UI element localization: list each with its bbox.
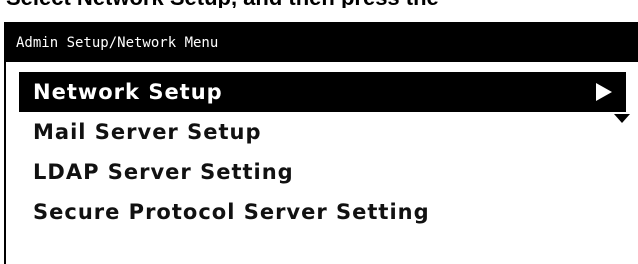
menu-item-ldap-server-setting[interactable]: LDAP Server Setting (19, 152, 626, 192)
menu-item-label: Network Setup (33, 80, 223, 104)
menu-list: Network Setup Mail Server Setup LDAP Ser… (6, 72, 638, 232)
menu-item-secure-protocol-server-setting[interactable]: Secure Protocol Server Setting (19, 192, 626, 232)
menu-item-mail-server-setup[interactable]: Mail Server Setup (19, 112, 626, 152)
menu-item-label: Mail Server Setup (33, 120, 262, 144)
menu-item-label: Secure Protocol Server Setting (33, 200, 430, 224)
menu-item-network-setup[interactable]: Network Setup (19, 72, 626, 112)
lcd-menu-panel: Admin Setup/Network Menu Network Setup M… (4, 22, 638, 264)
right-arrow-icon (596, 83, 612, 101)
menu-title-bar: Admin Setup/Network Menu (6, 24, 638, 62)
menu-item-label: LDAP Server Setting (33, 160, 294, 184)
cropped-caption-text: Select Network Setup, and then press the (0, 0, 638, 8)
down-arrow-icon (614, 114, 630, 123)
